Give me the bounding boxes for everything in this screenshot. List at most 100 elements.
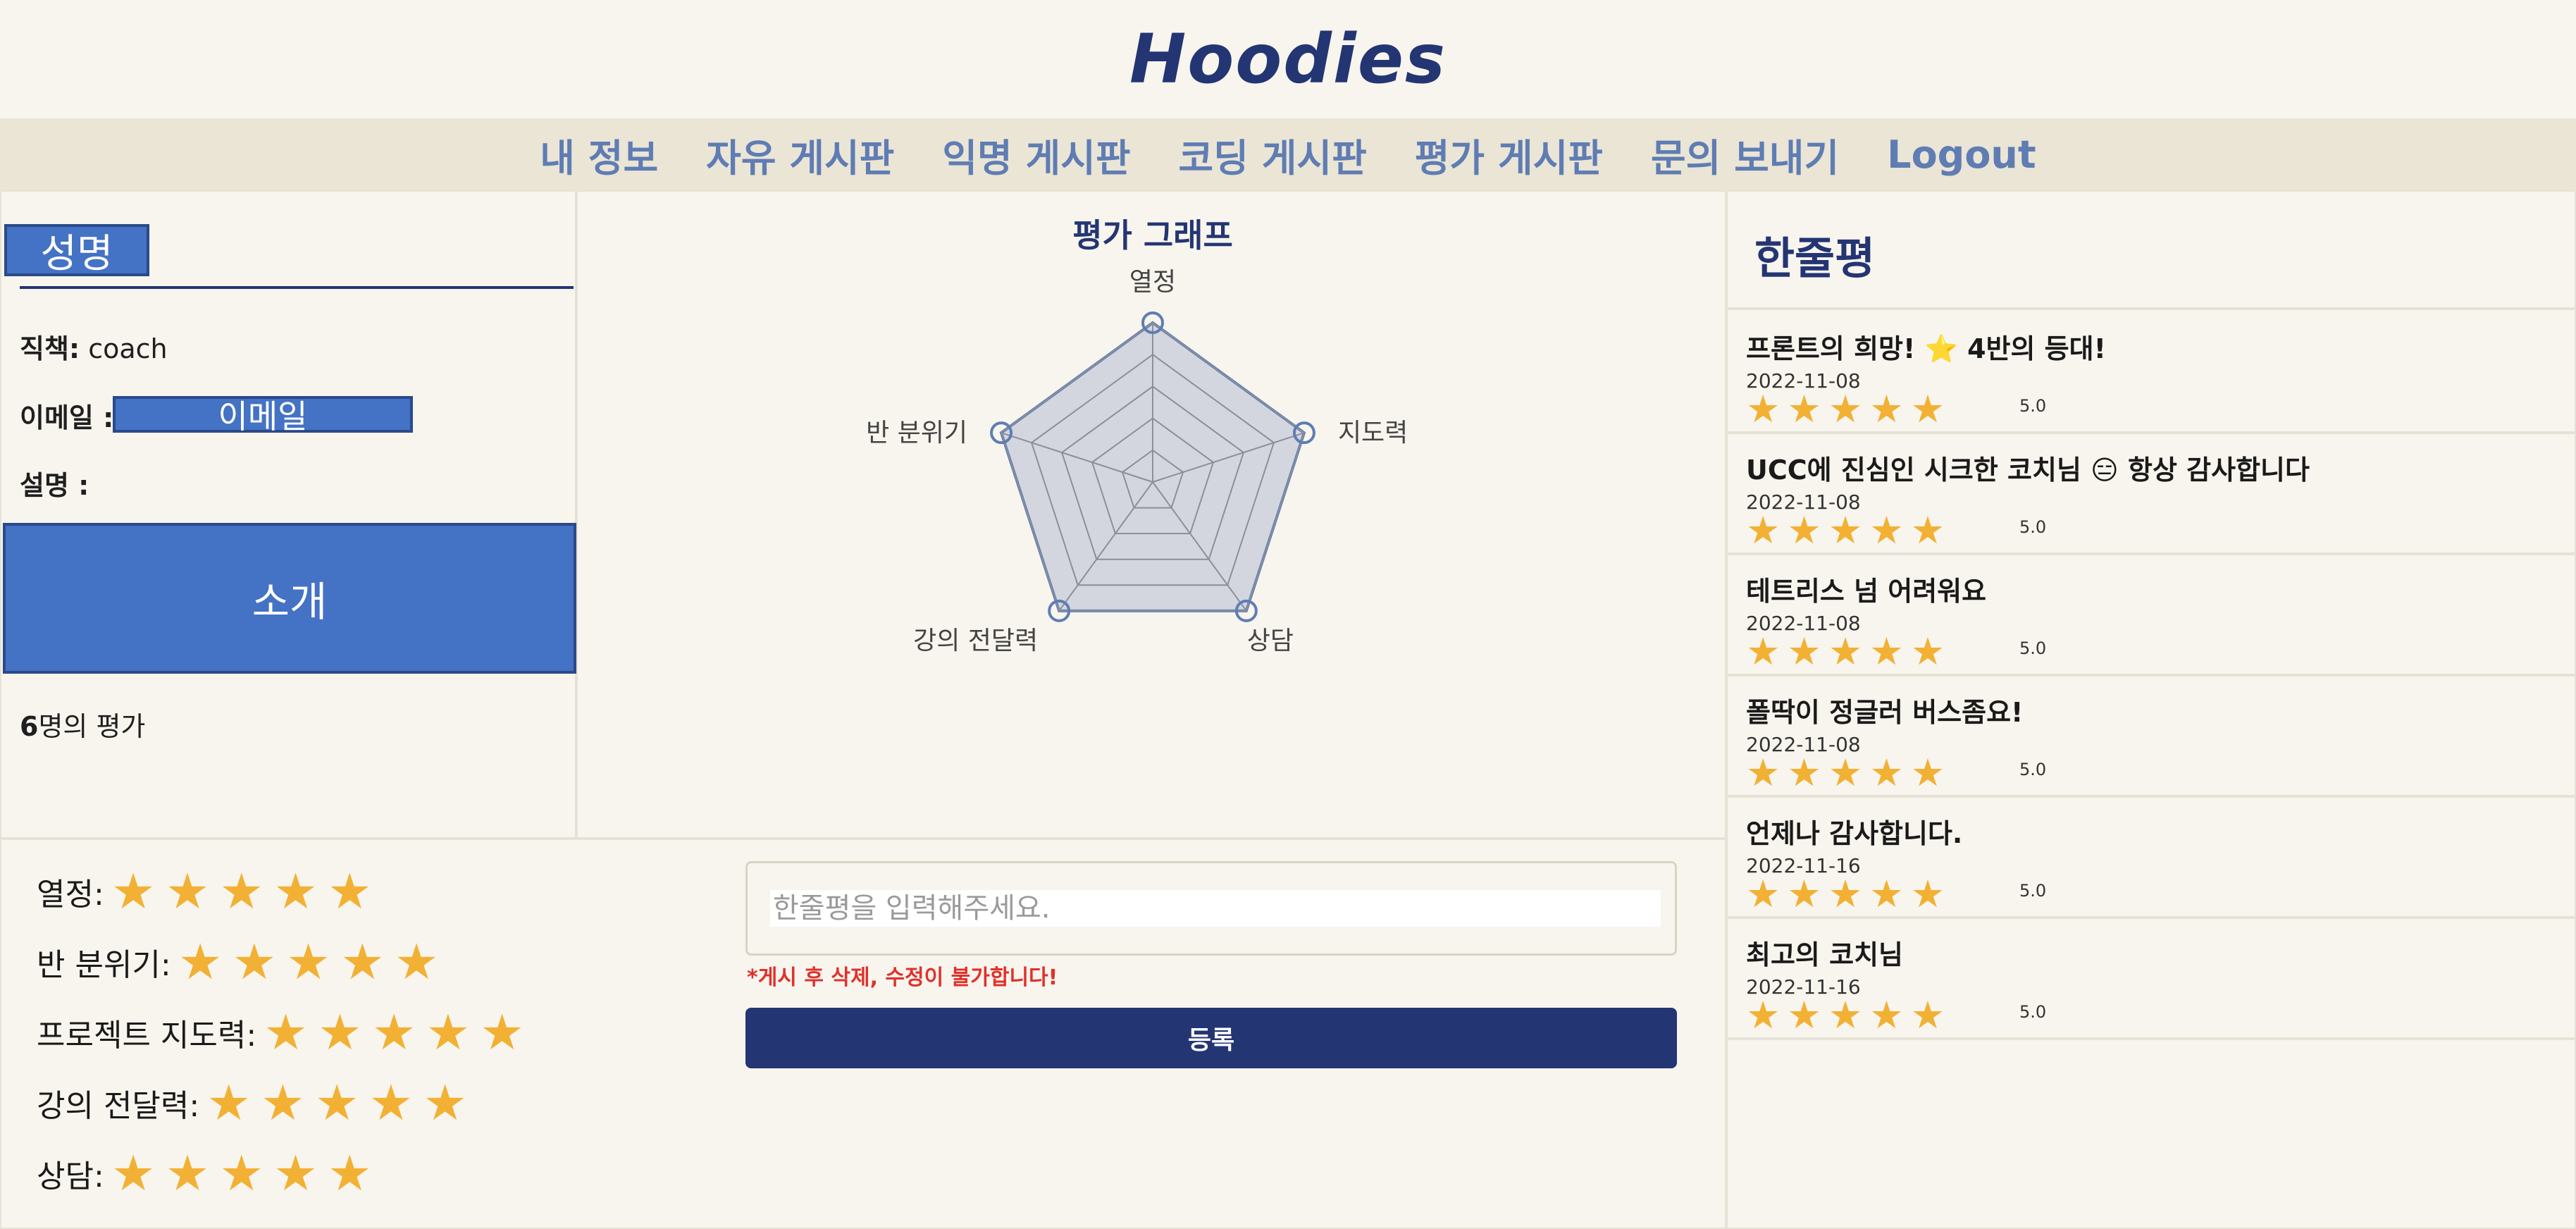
star-icon[interactable]: ★ [426,1003,470,1061]
rating-panel: 열정: ★ ★ ★ ★ ★ 반 분위기: ★ ★ ★ ★ ★ 프로젝트 지도력: ★ ★ ★ ★ ★ 강의 전달력:… [0,839,1726,1229]
review-stars: ★ ★ ★ ★ ★ [1746,633,1952,671]
star-icon[interactable]: ★ [328,863,372,920]
nav-free-board[interactable]: 자유 게시판 [706,127,894,183]
star-icon: ★ [1910,387,1945,431]
star-icon: ★ [1787,508,1821,552]
review-text: UCC에 진심인 시크한 코치님 😑 항상 감사합니다 [1746,455,2310,486]
star-icon: ★ [1869,629,1904,674]
nav-coding-board[interactable]: 코딩 게시판 [1179,127,1367,183]
rating-label: 강의 전달력: [37,1088,200,1124]
star-icon: ★ [1746,629,1781,674]
star-icon: ★ [1787,993,1821,1037]
star-icon: ★ [1746,508,1781,552]
star-icon[interactable]: ★ [328,1144,372,1202]
star-icon[interactable]: ★ [480,1003,524,1061]
nav-anonymous-board[interactable]: 익명 게시판 [942,127,1130,183]
review-item: 최고의 코치님 2022-11-16 ★ ★ ★ ★ ★ 5.0 [1728,919,2576,1040]
star-icon[interactable]: ★ [219,863,264,920]
review-stars: ★ ★ ★ ★ ★ [1746,512,1952,550]
rating-label: 열정: [37,877,104,913]
review-score: 5.0 [2019,638,2047,658]
name-underline [20,286,574,289]
star-icon[interactable]: ★ [286,933,330,991]
star-icon: ★ [1828,872,1863,916]
star-icon: ★ [1746,751,1781,795]
star-icon[interactable]: ★ [219,1144,264,1202]
radar-axis-label: 열정 [1129,268,1176,297]
star-icon: ★ [1787,629,1821,674]
rating-count-number: 6 [20,711,39,742]
rating-stars[interactable]: ★ ★ ★ ★ ★ [206,1078,477,1128]
star-icon: ★ [1910,508,1945,552]
star-icon: ★ [1746,993,1781,1037]
star-icon: ★ [1746,387,1781,431]
review-text: 폴딱이 정글러 버스좀요! [1746,697,2024,728]
rating-stars[interactable]: ★ ★ ★ ★ ★ [111,1149,382,1198]
review-score: 5.0 [2019,1002,2047,1022]
star-icon: ★ [1828,629,1863,674]
nav-review-board[interactable]: 평가 게시판 [1415,127,1603,183]
nav-logout[interactable]: Logout [1887,132,2036,177]
review-score: 5.0 [2019,396,2047,416]
star-icon[interactable]: ★ [264,1003,308,1061]
star-icon[interactable]: ★ [273,1144,318,1202]
review-stars: ★ ★ ★ ★ ★ [1746,996,1952,1035]
star-icon: ★ [1910,751,1945,795]
radar-chart: 열정지도력상담 강의 전달력 반 분위기 [866,268,1408,655]
reviews-title: 한줄평 [1754,233,1876,284]
rating-stars[interactable]: ★ ★ ★ ★ ★ [264,1008,534,1057]
rating-row: 열정: ★ ★ ★ ★ ★ [37,867,382,916]
nav-contact[interactable]: 문의 보내기 [1651,127,1839,183]
review-text: 최고의 코치님 [1746,939,1903,970]
star-icon: ★ [1869,508,1904,552]
star-icon[interactable]: ★ [423,1074,467,1132]
star-icon: ★ [1787,872,1821,916]
reviews-divider [1728,307,2576,310]
star-icon[interactable]: ★ [111,863,156,920]
star-icon[interactable]: ★ [206,1074,251,1132]
review-score: 5.0 [2019,760,2047,779]
star-icon[interactable]: ★ [178,933,223,991]
review-item: 테트리스 넘 어려워요 2022-11-08 ★ ★ ★ ★ ★ 5.0 [1728,555,2576,677]
site-logo[interactable]: Hoodies [0,0,2576,118]
star-icon[interactable]: ★ [233,933,277,991]
review-input-box [745,861,1677,956]
star-icon: ★ [1787,751,1821,795]
star-icon: ★ [1869,387,1904,431]
rating-row: 상담: ★ ★ ★ ★ ★ [37,1149,382,1198]
rating-label: 상담: [37,1159,104,1194]
star-icon[interactable]: ★ [318,1003,362,1061]
rating-label: 반 분위기: [37,947,171,983]
star-icon[interactable]: ★ [395,933,439,991]
review-score: 5.0 [2019,881,2047,901]
star-icon[interactable]: ★ [261,1074,305,1132]
review-text: 테트리스 넘 어려워요 [1746,576,1987,607]
star-icon[interactable]: ★ [111,1144,156,1202]
star-icon[interactable]: ★ [273,863,318,920]
star-icon: ★ [1787,387,1821,431]
review-score: 5.0 [2019,517,2047,537]
review-text: 언제나 감사합니다. [1746,818,1963,849]
star-icon: ★ [1828,993,1863,1037]
submit-review-button[interactable]: 등록 [745,1008,1677,1068]
review-warning: *게시 후 삭제, 수정이 불가합니다! [747,965,1058,990]
star-icon[interactable]: ★ [315,1074,359,1132]
star-icon[interactable]: ★ [166,863,210,920]
rating-label: 프로젝트 지도력: [37,1018,257,1054]
star-icon[interactable]: ★ [369,1074,414,1132]
star-icon: ★ [1869,872,1904,916]
star-icon: ★ [1828,387,1863,431]
star-icon: ★ [1869,993,1904,1037]
email-field: 이메일 : [20,396,113,435]
radar-axis-label: 지도력 [1338,419,1408,447]
radar-axis-label: 반 분위기 [866,419,967,447]
rating-stars[interactable]: ★ ★ ★ ★ ★ [178,937,449,987]
rating-stars[interactable]: ★ ★ ★ ★ ★ [111,867,382,916]
review-item: 프론트의 희망! ⭐ 4반의 등대! 2022-11-08 ★ ★ ★ ★ ★ 5.0 [1728,313,2576,434]
star-icon[interactable]: ★ [372,1003,416,1061]
review-input[interactable] [770,890,1661,927]
star-icon[interactable]: ★ [340,933,385,991]
nav-my-info[interactable]: 내 정보 [540,127,658,183]
rating-count-suffix: 명의 평가 [38,711,146,742]
star-icon[interactable]: ★ [166,1144,210,1202]
